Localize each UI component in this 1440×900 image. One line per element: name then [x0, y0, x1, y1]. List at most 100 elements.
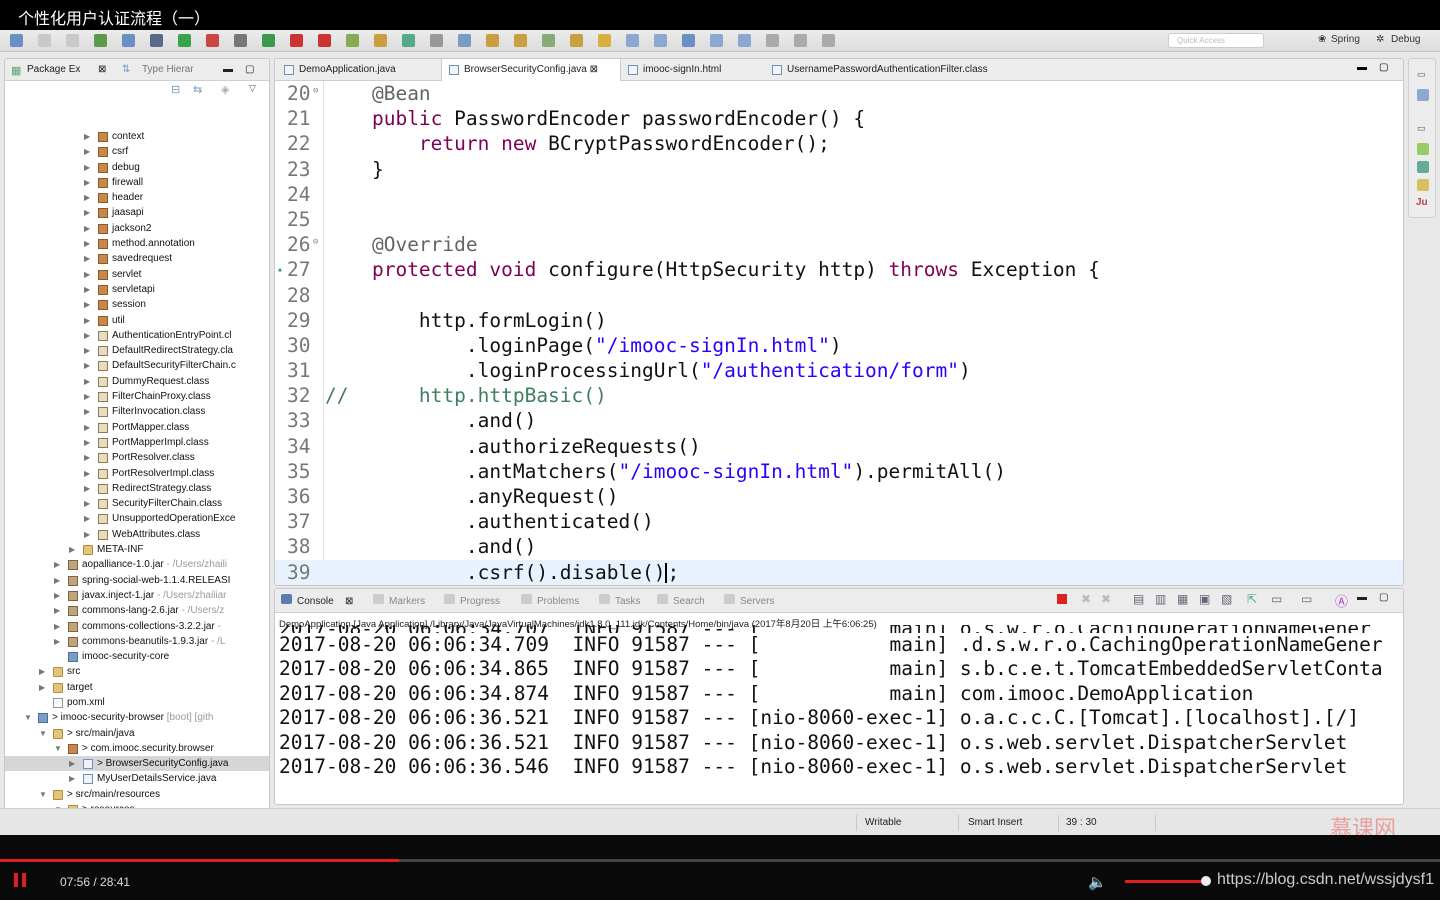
tree-item[interactable]: ▶ DefaultRedirectStrategy.cla [5, 343, 269, 358]
tree-item[interactable]: ▶ MyUserDetailsService.java [5, 771, 269, 786]
toolbar-icon[interactable] [262, 34, 275, 47]
tree-item[interactable]: ▶ javax.inject-1.jar - /Users/zhailiar [5, 588, 269, 603]
show-on-output-icon[interactable]: ▣ [1199, 592, 1210, 606]
javadoc-icon[interactable] [1417, 179, 1429, 191]
chevron-right-icon[interactable]: ▶ [84, 496, 90, 511]
clear-console-icon[interactable]: ▤ [1133, 592, 1144, 606]
chevron-right-icon[interactable]: ▶ [84, 511, 90, 526]
tree-item[interactable]: ▶ commons-collections-3.2.2.jar - [5, 619, 269, 634]
chevron-right-icon[interactable]: ▶ [84, 205, 90, 220]
chevron-right-icon[interactable]: ▶ [84, 129, 90, 144]
code-line[interactable]: 31 .loginProcessingUrl("/authentication/… [275, 358, 1403, 383]
chevron-right-icon[interactable]: ▶ [54, 588, 60, 603]
toolbar-icon[interactable] [178, 34, 191, 47]
pin-console-icon[interactable]: ⇱ [1247, 592, 1257, 606]
chevron-right-icon[interactable]: ▶ [54, 619, 60, 634]
minimize-icon[interactable]: ▬ [223, 64, 233, 75]
tree-item[interactable]: ▶ PortMapper.class [5, 420, 269, 435]
collapse-all-icon[interactable]: ⊟ [171, 83, 180, 96]
chevron-right-icon[interactable]: ▶ [84, 267, 90, 282]
toolbar-icon[interactable] [290, 34, 303, 47]
chevron-right-icon[interactable]: ▶ [84, 297, 90, 312]
tree-item[interactable]: ▶ > BrowserSecurityConfig.java [5, 756, 269, 772]
chevron-right-icon[interactable]: ▶ [54, 634, 60, 649]
toolbar-icon[interactable] [570, 34, 583, 47]
chevron-right-icon[interactable]: ▶ [84, 190, 90, 205]
chevron-right-icon[interactable]: ▶ [84, 175, 90, 190]
chevron-down-icon[interactable]: ▼ [54, 741, 62, 756]
chevron-right-icon[interactable]: ▶ [69, 542, 75, 557]
tree-item[interactable]: imooc-security-core [5, 649, 269, 664]
tree-item[interactable]: ▶ SecurityFilterChain.class [5, 496, 269, 511]
code-line[interactable]: 22 return new BCryptPasswordEncoder(); [275, 131, 1403, 156]
chevron-right-icon[interactable]: ▶ [84, 450, 90, 465]
pause-icon[interactable] [14, 873, 26, 887]
close-icon[interactable]: ⊠ [587, 64, 598, 75]
tab-browsersecurityconfig-java[interactable]: BrowserSecurityConfig.java ⊠ [441, 59, 621, 81]
chevron-right-icon[interactable]: ▶ [84, 144, 90, 159]
spring-explorer-icon[interactable] [1417, 143, 1429, 155]
tree-item[interactable]: ▶ PortResolver.class [5, 450, 269, 465]
maximize-icon[interactable]: ▢ [1379, 592, 1388, 603]
chevron-right-icon[interactable]: ▶ [84, 404, 90, 419]
tree-item[interactable]: ▶ servletapi [5, 282, 269, 297]
tree-item[interactable]: ▶ firewall [5, 175, 269, 190]
toolbar-icon[interactable] [654, 34, 667, 47]
view-menu-icon[interactable]: ▽ [249, 83, 256, 94]
maximize-icon[interactable]: ▢ [245, 64, 254, 75]
code-line[interactable]: 39 .csrf().disable()|; [275, 559, 1403, 585]
volume-slider[interactable] [1125, 880, 1205, 883]
link-editor-icon[interactable]: ⇆ [193, 83, 202, 96]
code-line[interactable]: 35 .antMatchers("/imooc-signIn.html").pe… [275, 459, 1403, 484]
toolbar-icon[interactable] [94, 34, 107, 47]
toolbar-icon[interactable] [402, 34, 415, 47]
code-line[interactable]: 26 ⊖ @Override [275, 232, 1403, 257]
open-console-icon[interactable]: ▭ [1301, 592, 1312, 606]
toolbar-icon[interactable] [38, 34, 51, 47]
toolbar-icon[interactable] [822, 34, 835, 47]
task-list-icon[interactable] [1417, 161, 1429, 173]
video-progress-bar[interactable] [0, 859, 1440, 862]
tree-item[interactable]: ▶ spring-social-web-1.1.4.RELEASI [5, 573, 269, 588]
toolbar-icon[interactable] [374, 34, 387, 47]
code-line[interactable]: 37 .authenticated() [275, 509, 1403, 534]
code-line[interactable]: 30 .loginPage("/imooc-signIn.html") [275, 333, 1403, 358]
spring-icon[interactable]: ❀ [1318, 34, 1326, 45]
chevron-right-icon[interactable]: ▶ [84, 466, 90, 481]
chevron-right-icon[interactable]: ▶ [84, 328, 90, 343]
chevron-right-icon[interactable]: ▶ [54, 603, 60, 618]
tree-item[interactable]: ▶ header [5, 190, 269, 205]
volume-icon[interactable]: 🔈 [1088, 873, 1107, 891]
code-line[interactable]: 28 [275, 283, 1403, 308]
remove-launch-icon[interactable]: ✖ [1081, 592, 1091, 606]
chevron-right-icon[interactable]: ▶ [84, 282, 90, 297]
code-line[interactable]: 25 [275, 207, 1403, 232]
tab-servers[interactable]: Servers [740, 596, 774, 607]
quick-access-input[interactable]: Quick Access [1168, 33, 1264, 48]
chevron-right-icon[interactable]: ▶ [84, 313, 90, 328]
chevron-right-icon[interactable]: ▶ [84, 374, 90, 389]
minimize-icon[interactable]: ▬ [1357, 62, 1367, 73]
tree-item[interactable]: ▶ target [5, 680, 269, 695]
tree-item[interactable]: ▶ META-INF [5, 542, 269, 557]
code-line[interactable]: 20 ⊖ @Bean [275, 81, 1403, 106]
tree-item[interactable]: ▼ > com.imooc.security.browser [5, 741, 269, 756]
tab-problems[interactable]: Problems [537, 596, 579, 607]
tree-item[interactable]: ▶ WebAttributes.class [5, 527, 269, 542]
chevron-right-icon[interactable]: ▶ [54, 557, 60, 572]
toolbar-icon[interactable] [486, 34, 499, 47]
tree-item[interactable]: ▶ FilterInvocation.class [5, 404, 269, 419]
tree-item[interactable]: ▼ > src/main/java [5, 726, 269, 741]
tree-item[interactable]: ▼ > src/main/resources [5, 787, 269, 802]
toolbar-icon[interactable] [66, 34, 79, 47]
tab-markers[interactable]: Markers [389, 596, 425, 607]
code-line[interactable]: 24 [275, 182, 1403, 207]
tab-demoapplication-java[interactable]: DemoApplication.java [277, 59, 441, 81]
toolbar-icon[interactable] [10, 34, 23, 47]
tree-item[interactable]: ▶ DefaultSecurityFilterChain.c [5, 358, 269, 373]
code-line[interactable]: 21 public PasswordEncoder passwordEncode… [275, 106, 1403, 131]
tree-item[interactable]: ▶ debug [5, 160, 269, 175]
toolbar-icon[interactable] [430, 34, 443, 47]
chevron-right-icon[interactable]: ▶ [84, 236, 90, 251]
scroll-lock-icon[interactable]: ▥ [1155, 592, 1166, 606]
